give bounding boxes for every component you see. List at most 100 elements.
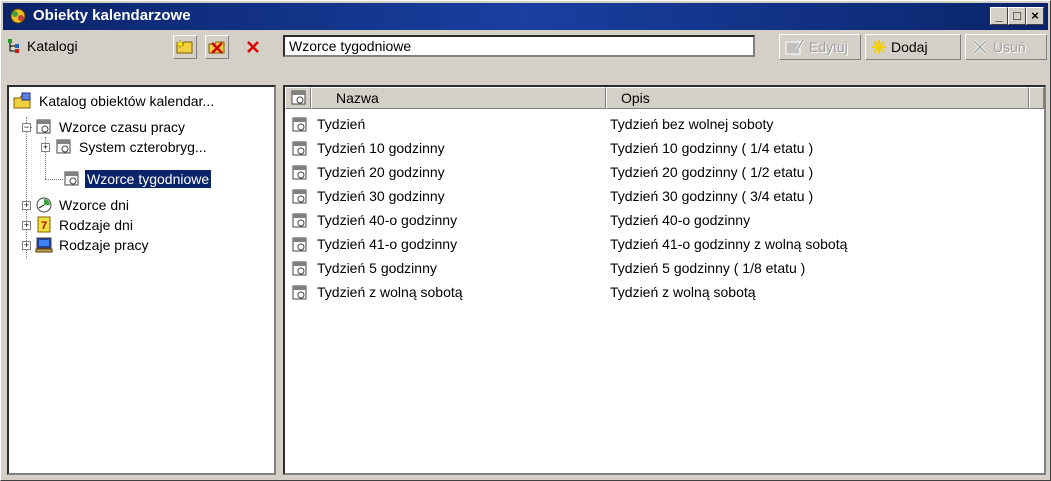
maximize-button[interactable]: □: [1008, 7, 1026, 25]
calendar-icon: [292, 141, 307, 156]
tree-item-label: Wzorce dni: [59, 197, 130, 213]
catalog-toolbar: Katalogi: [5, 34, 275, 60]
pattern-icon: [291, 260, 309, 281]
edit-icon: [785, 39, 805, 55]
row-name: Tydzień 20 godzinny: [317, 164, 445, 180]
pattern-icon: [291, 284, 309, 305]
minimize-button[interactable]: _: [990, 7, 1008, 25]
row-description: Tydzień 41-o godzinny z wolną sobotą: [610, 236, 848, 252]
column-header-description[interactable]: Opis: [606, 87, 1029, 109]
row-name: Tydzień 5 godzinny: [317, 260, 437, 276]
catalog-folder-icon: [13, 92, 31, 109]
pattern-icon: [291, 236, 309, 257]
tree-item-work-types[interactable]: Rodzaje pracy: [35, 235, 151, 255]
collapse-toggle[interactable]: −: [22, 123, 31, 132]
calendar-icon: [36, 119, 51, 134]
row-name: Tydzień 40-o godzinny: [317, 212, 458, 228]
add-button[interactable]: Dodaj: [865, 34, 961, 60]
table-row[interactable]: Tydzień 5 godzinny Tydzień 5 godzinny ( 1…: [285, 257, 1044, 279]
tree-item-label: Wzorce tygodniowe: [83, 169, 213, 189]
calendar-icon: [292, 165, 307, 180]
tree-item-label: Rodzaje pracy: [59, 237, 149, 253]
add-label: Dodaj: [891, 39, 928, 55]
delete-label: Usuń: [993, 39, 1026, 55]
delete-folder-button[interactable]: [205, 35, 229, 59]
calendar-icon: [291, 90, 306, 105]
column-header-filler: [1029, 87, 1044, 109]
row-description: Tydzień 20 godzinny ( 1/2 etatu ): [610, 164, 814, 180]
new-folder-button[interactable]: [173, 35, 197, 59]
calendar-icon: [64, 171, 79, 186]
table-row[interactable]: Tydzień Tydzień bez wolnej soboty: [285, 113, 1044, 135]
tree-item-day-types[interactable]: 7 Rodzaje dni: [35, 215, 135, 235]
list-toolbar: Wzorce tygodniowe Edytuj Dodaj Usuń: [283, 34, 1048, 60]
table-row[interactable]: Tydzień 30 godzinny Tydzień 30 godzinny (…: [285, 185, 1044, 207]
expand-toggle[interactable]: +: [22, 221, 31, 230]
row-description: Tydzień 30 godzinny ( 3/4 etatu ): [610, 188, 814, 204]
pattern-icon: [291, 164, 309, 185]
row-name: Tydzień 30 godzinny: [317, 188, 445, 204]
expand-toggle[interactable]: +: [22, 241, 31, 250]
clock-icon: [36, 197, 52, 213]
row-name: Tydzień 41-o godzinny: [317, 236, 458, 252]
row-description: Tydzień 5 godzinny ( 1/8 etatu ): [610, 260, 806, 276]
sparkle-icon: [872, 40, 886, 54]
close-button[interactable]: ×: [1026, 7, 1044, 25]
row-description: Tydzień bez wolnej soboty: [610, 116, 774, 132]
catalog-label: Katalogi: [27, 38, 78, 54]
expand-toggle[interactable]: +: [22, 201, 31, 210]
delete-folder-icon: [208, 41, 225, 54]
window-title: Obiekty kalendarzowe: [33, 7, 191, 24]
tree-line: [45, 179, 63, 181]
tree-item-four-brigade[interactable]: System czterobryg...: [55, 137, 209, 157]
tree-item-root[interactable]: Katalog obiektów kalendar...: [13, 91, 216, 111]
calendar-icon: [292, 261, 307, 276]
catalog-icon: [7, 38, 23, 57]
calendar-page-icon: 7: [37, 216, 51, 233]
calendar-icon: [292, 117, 307, 132]
row-description: Tydzień z wolną sobotą: [610, 284, 756, 300]
red-x-icon: [247, 41, 259, 53]
svg-text:7: 7: [41, 220, 47, 232]
calendar-icon: [292, 213, 307, 228]
row-name: Tydzień 10 godzinny: [317, 140, 445, 156]
calendar-icon: [56, 139, 71, 154]
table-row[interactable]: Tydzień 10 godzinny Tydzień 10 godzinny (…: [285, 137, 1044, 159]
row-name: Tydzień: [317, 116, 366, 132]
pattern-icon: [291, 140, 309, 161]
calendar-icon: [292, 285, 307, 300]
table-row[interactable]: Tydzień 41-o godzinny Tydzień 41-o godzin…: [285, 233, 1044, 255]
title-bar[interactable]: Obiekty kalendarzowe _ □ ×: [3, 3, 1048, 30]
tree-line: [26, 117, 28, 259]
calendar-icon: [292, 237, 307, 252]
catalog-tree[interactable]: Katalog obiektów kalendar... − Wzorce cz…: [7, 85, 276, 475]
delete-icon: [972, 39, 988, 55]
table-row[interactable]: Tydzień 40-o godzinny Tydzień 40-o godzin…: [285, 209, 1044, 231]
expand-toggle[interactable]: +: [41, 143, 50, 152]
row-name: Tydzień z wolną sobotą: [317, 284, 463, 300]
tree-item-label: Wzorce czasu pracy: [59, 119, 186, 135]
app-icon: [9, 7, 27, 28]
delete-button[interactable]: Usuń: [965, 34, 1047, 60]
pattern-icon: [291, 188, 309, 209]
calendar-icon: [292, 189, 307, 204]
table-row[interactable]: Tydzień z wolną sobotą Tydzień z wolną so…: [285, 281, 1044, 303]
tree-item-work-time-patterns[interactable]: Wzorce czasu pracy: [35, 117, 187, 137]
tree-item-day-patterns[interactable]: Wzorce dni: [35, 195, 131, 215]
computer-icon: [35, 237, 53, 253]
tree-item-label: Katalog obiektów kalendar...: [39, 93, 215, 109]
column-header-name[interactable]: Nazwa: [311, 87, 606, 109]
edit-label: Edytuj: [809, 39, 848, 55]
new-folder-icon: [175, 39, 193, 54]
tree-item-weekly-patterns[interactable]: Wzorce tygodniowe: [63, 169, 213, 189]
app-window: Obiekty kalendarzowe _ □ × Katalogi Wzor…: [0, 0, 1051, 481]
remove-button[interactable]: [241, 35, 265, 59]
pattern-icon: [291, 116, 309, 137]
patterns-list[interactable]: Nazwa Opis Tydzień Tydzień bez wolnej sob…: [283, 85, 1046, 475]
icon-column-header[interactable]: [285, 87, 311, 109]
current-path-field[interactable]: Wzorce tygodniowe: [283, 35, 755, 57]
table-row[interactable]: Tydzień 20 godzinny Tydzień 20 godzinny (…: [285, 161, 1044, 183]
edit-button[interactable]: Edytuj: [779, 34, 861, 60]
tree-item-label: System czterobryg...: [79, 139, 207, 155]
pattern-icon: [291, 212, 309, 233]
